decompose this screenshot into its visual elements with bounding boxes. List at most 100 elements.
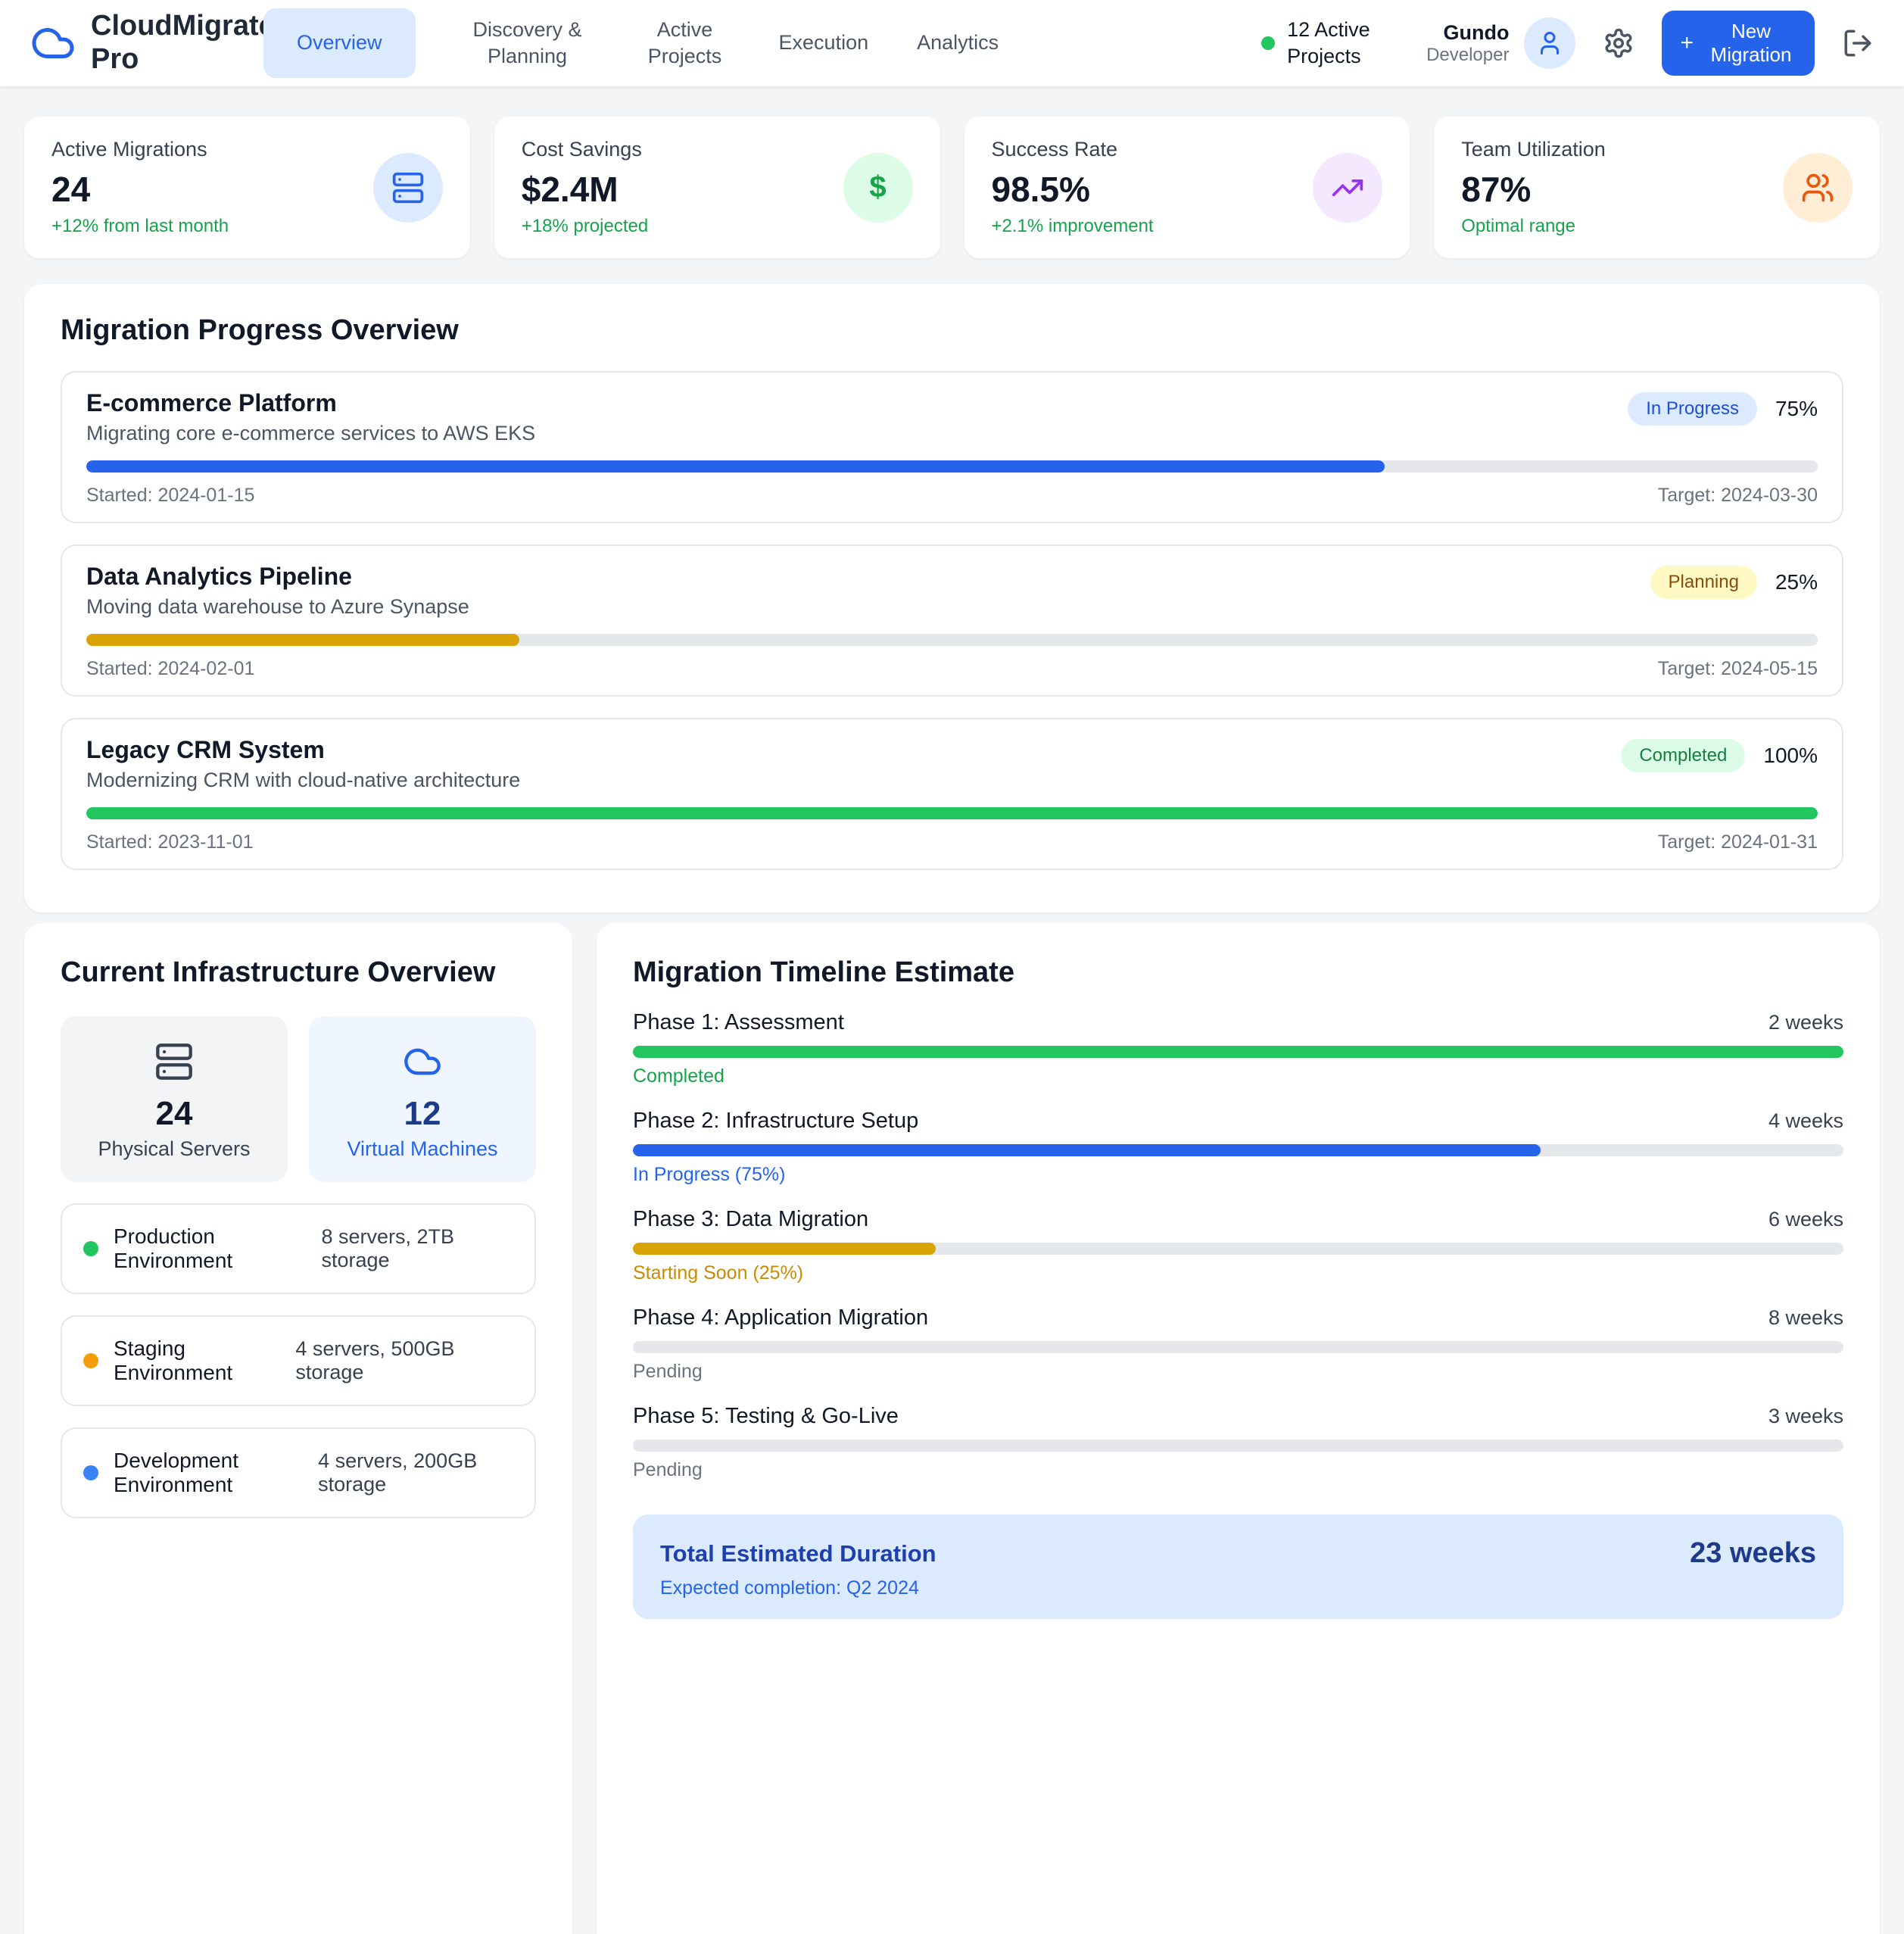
active-projects-label: 12 Active Projects [1287, 17, 1399, 70]
new-migration-label: New Migration [1706, 20, 1796, 67]
summary-sub: Expected completion: Q2 2024 [660, 1577, 1816, 1599]
tile-value: 12 [321, 1095, 524, 1133]
phase-status: Starting Soon (25%) [633, 1262, 1843, 1284]
cloudmigrate-dashboard: CloudMigrate Pro Overview Discovery & Pl… [0, 0, 1904, 1934]
infrastructure-panel: Current Infrastructure Overview 24 Physi… [24, 923, 572, 1934]
nav-analytics[interactable]: Analytics [917, 30, 999, 56]
phase-duration: 4 weeks [1768, 1109, 1843, 1133]
status-badge: Planning [1650, 566, 1757, 599]
avatar[interactable] [1524, 17, 1575, 69]
stat-success-rate: Success Rate 98.5% +2.1% improvement [964, 117, 1410, 258]
summary-value: 23 weeks [1690, 1537, 1816, 1570]
env-detail: 4 servers, 200GB storage [318, 1449, 513, 1496]
status-badge: Completed [1621, 739, 1745, 772]
main-nav: Overview Discovery & Planning Active Pro… [263, 8, 999, 77]
project-card-data-analytics[interactable]: Data Analytics Pipeline Moving data ware… [61, 544, 1843, 697]
nav-active-projects[interactable]: Active Projects [640, 17, 731, 70]
project-percent: 25% [1775, 570, 1818, 594]
logout-icon [1842, 27, 1874, 59]
app-logo[interactable]: CloudMigrate Pro [30, 10, 248, 76]
main-content: Active Migrations 24 +12% from last mont… [0, 86, 1904, 1934]
project-text: Data Analytics Pipeline Moving data ware… [86, 563, 469, 619]
project-target: Target: 2024-01-31 [1658, 831, 1818, 853]
project-started: Started: 2024-02-01 [86, 658, 254, 680]
phase-status: Pending [633, 1459, 1843, 1481]
progress-bar-fill [633, 1046, 1843, 1058]
bottom-grid: Current Infrastructure Overview 24 Physi… [24, 923, 1880, 1934]
migration-progress-panel: Migration Progress Overview E-commerce P… [24, 284, 1880, 912]
tile-virtual-machines: 12 Virtual Machines [309, 1016, 536, 1182]
phase-assessment: Phase 1: Assessment 2 weeks Completed [633, 1010, 1843, 1087]
stats-row: Active Migrations 24 +12% from last mont… [24, 117, 1880, 258]
nav-overview[interactable]: Overview [263, 8, 416, 77]
phases-list: Phase 1: Assessment 2 weeks Completed Ph… [633, 1010, 1843, 1481]
project-name: E-commerce Platform [86, 389, 535, 417]
stat-text: Success Rate 98.5% +2.1% improvement [992, 138, 1154, 237]
tile-label: Physical Servers [73, 1137, 276, 1161]
stat-sub: +2.1% improvement [992, 216, 1154, 237]
env-row-production: Production Environment 8 servers, 2TB st… [61, 1203, 536, 1294]
project-started: Started: 2023-11-01 [86, 831, 254, 853]
header: CloudMigrate Pro Overview Discovery & Pl… [0, 0, 1904, 86]
cloud-icon [403, 1042, 442, 1081]
progress-bar-fill [86, 634, 519, 646]
new-migration-button[interactable]: + New Migration [1662, 11, 1815, 76]
stat-label: Cost Savings [522, 138, 648, 161]
server-icon [373, 153, 443, 223]
settings-button[interactable] [1603, 27, 1634, 59]
stat-cost-savings: Cost Savings $2.4M +18% projected $ [494, 117, 940, 258]
stat-text: Active Migrations 24 +12% from last mont… [51, 138, 229, 237]
user-icon [1536, 30, 1563, 57]
project-card-legacy-crm[interactable]: Legacy CRM System Modernizing CRM with c… [61, 718, 1843, 870]
project-percent: 75% [1775, 397, 1818, 421]
nav-discovery-planning[interactable]: Discovery & Planning [464, 17, 591, 70]
progress-bar-fill [86, 460, 1385, 473]
env-detail: 4 servers, 500GB storage [295, 1337, 513, 1384]
project-target: Target: 2024-03-30 [1658, 485, 1818, 507]
project-description: Modernizing CRM with cloud-native archit… [86, 769, 520, 792]
duration-summary: Total Estimated Duration 23 weeks Expect… [633, 1514, 1843, 1619]
infrastructure-tiles: 24 Physical Servers 12 Virtual Machines [61, 1016, 536, 1182]
active-projects-indicator[interactable]: 12 Active Projects [1261, 17, 1399, 70]
stat-value: $2.4M [522, 169, 648, 210]
phase-infrastructure-setup: Phase 2: Infrastructure Setup 4 weeks In… [633, 1109, 1843, 1186]
gear-icon [1603, 27, 1634, 59]
phase-name: Phase 5: Testing & Go-Live [633, 1404, 899, 1429]
stat-value: 24 [51, 169, 229, 210]
project-card-ecommerce[interactable]: E-commerce Platform Migrating core e-com… [61, 371, 1843, 523]
nav-execution[interactable]: Execution [779, 30, 869, 56]
dollar-icon: $ [843, 153, 913, 223]
stat-team-utilization: Team Utilization 87% Optimal range [1434, 117, 1880, 258]
env-name: Staging Environment [114, 1337, 295, 1385]
progress-bar-fill [86, 807, 1818, 819]
header-right: 12 Active Projects Gundo Developer + New… [1261, 11, 1874, 76]
stat-value: 98.5% [992, 169, 1154, 210]
stat-label: Active Migrations [51, 138, 229, 161]
env-row-development: Development Environment 4 servers, 200GB… [61, 1427, 536, 1518]
server-icon [154, 1042, 194, 1081]
env-name: Development Environment [114, 1449, 318, 1497]
production-dot-icon [83, 1241, 98, 1256]
users-icon [1783, 153, 1853, 223]
logout-button[interactable] [1842, 27, 1874, 59]
phase-testing-golive: Phase 5: Testing & Go-Live 3 weeks Pendi… [633, 1404, 1843, 1481]
summary-label: Total Estimated Duration [660, 1540, 936, 1567]
phase-status: Completed [633, 1065, 1843, 1087]
tile-physical-servers: 24 Physical Servers [61, 1016, 288, 1182]
phase-name: Phase 2: Infrastructure Setup [633, 1109, 918, 1134]
user-menu[interactable]: Gundo Developer [1426, 17, 1575, 69]
timeline-panel: Migration Timeline Estimate Phase 1: Ass… [597, 923, 1880, 1934]
project-percent: 100% [1763, 744, 1818, 768]
progress-bar [633, 1144, 1843, 1156]
env-row-staging: Staging Environment 4 servers, 500GB sto… [61, 1315, 536, 1406]
stat-active-migrations: Active Migrations 24 +12% from last mont… [24, 117, 470, 258]
phase-status: Pending [633, 1361, 1843, 1383]
panel-title: Migration Timeline Estimate [633, 956, 1843, 989]
status-badge: In Progress [1628, 392, 1757, 426]
development-dot-icon [83, 1465, 98, 1480]
phase-name: Phase 3: Data Migration [633, 1207, 868, 1232]
stat-value: 87% [1461, 169, 1606, 210]
phase-name: Phase 1: Assessment [633, 1010, 844, 1035]
progress-bar [633, 1341, 1843, 1353]
stat-label: Team Utilization [1461, 138, 1606, 161]
